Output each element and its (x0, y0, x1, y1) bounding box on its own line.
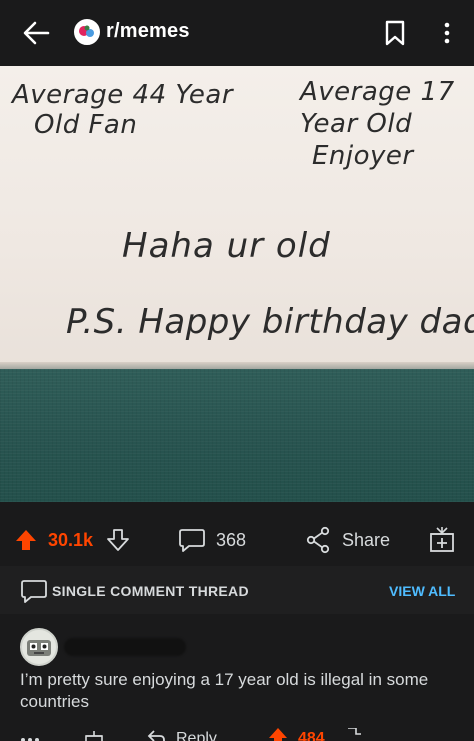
reply-icon[interactable] (146, 730, 166, 741)
single-comment-thread-bar: SINGLE COMMENT THREAD VIEW ALL (0, 566, 474, 614)
note-ps: P.S. Happy birthday dad (66, 302, 474, 342)
comment-icon[interactable] (178, 527, 206, 553)
note-middle: Haha ur old (122, 226, 331, 266)
view-all-button[interactable]: VIEW ALL (389, 583, 455, 599)
comment-thread-icon (21, 580, 47, 603)
reply-button[interactable]: Reply (176, 730, 217, 741)
comment-award-icon[interactable] (84, 730, 104, 741)
single-comment-thread-label: SINGLE COMMENT THREAD (52, 583, 249, 599)
note-top-right-line2: Year Old (300, 109, 413, 139)
share-button[interactable]: Share (342, 530, 390, 551)
downvote-icon[interactable] (106, 528, 130, 552)
paper-note: Average 44 Year Old Fan Average 17 Year … (0, 66, 474, 369)
comment-avatar[interactable] (20, 628, 58, 666)
comment: I’m pretty sure enjoying a 17 year old i… (0, 614, 474, 741)
upvote-icon[interactable] (14, 528, 38, 552)
note-top-left: Average 44 Year Old Fan (12, 80, 233, 140)
more-horizontal-icon[interactable] (20, 732, 40, 741)
post-action-bar: 30.1k 368 Share (0, 502, 474, 574)
fabric-background (0, 369, 474, 502)
note-top-right-line3: Enjoyer (312, 141, 414, 171)
bookmark-icon[interactable] (383, 18, 407, 48)
subreddit-logo-icon (76, 21, 98, 43)
note-top-left-line2: Old Fan (34, 110, 138, 140)
comment-count[interactable]: 368 (216, 530, 246, 551)
comment-score: 484 (298, 730, 325, 741)
comment-downvote-icon[interactable] (342, 728, 362, 741)
comment-upvote-icon[interactable] (268, 728, 288, 741)
comment-text: I’m pretty sure enjoying a 17 year old i… (20, 670, 429, 711)
post-image[interactable]: Average 44 Year Old Fan Average 17 Year … (0, 66, 474, 502)
subreddit-name[interactable]: r/memes (106, 20, 190, 43)
top-bar: r/memes (0, 0, 474, 66)
subreddit-avatar[interactable] (74, 19, 100, 45)
post-score: 30.1k (48, 530, 94, 550)
more-vertical-icon[interactable] (438, 18, 456, 48)
redacted-username (64, 638, 186, 656)
award-gift-icon[interactable] (428, 524, 456, 554)
note-top-right: Average 17 Year Old Enjoyer (300, 76, 455, 172)
robot-avatar-icon (27, 640, 51, 656)
share-icon[interactable] (305, 526, 331, 554)
comment-actions: Reply 484 (0, 728, 474, 741)
arrow-left-icon[interactable] (20, 18, 52, 48)
note-top-right-line1: Average 17 (300, 77, 455, 107)
note-top-left-line1: Average 44 Year (12, 80, 234, 110)
